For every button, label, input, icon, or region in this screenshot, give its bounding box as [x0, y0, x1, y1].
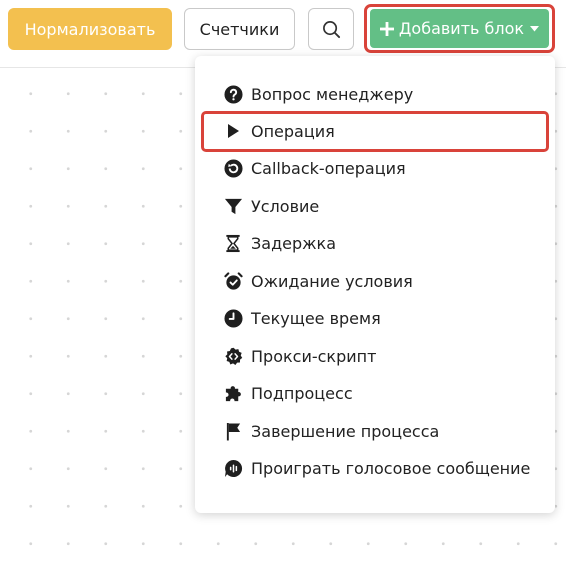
- menu-item-label: Подпроцесс: [251, 383, 353, 403]
- menu-item-label: Задержка: [251, 233, 337, 253]
- menu-item-wait-condition[interactable]: Ожидание условия: [195, 264, 555, 298]
- alarm-clock-icon: [222, 270, 244, 292]
- menu-item-play-voice-message[interactable]: Проиграть голосовое сообщение: [195, 451, 555, 485]
- menu-item-manager-question[interactable]: Вопрос менеджеру: [195, 77, 555, 111]
- menu-item-label: Проиграть голосовое сообщение: [251, 458, 531, 478]
- menu-item-delay[interactable]: Задержка: [195, 226, 555, 260]
- menu-item-label: Операция: [251, 121, 335, 141]
- menu-item-callback-operation[interactable]: Callback-операция: [195, 151, 555, 185]
- menu-item-operation[interactable]: Операция: [195, 114, 555, 148]
- flag-icon: [222, 420, 244, 442]
- voice-message-icon: [222, 457, 244, 479]
- menu-item-label: Условие: [251, 196, 320, 216]
- menu-item-label: Callback-операция: [251, 158, 406, 178]
- add-block-button[interactable]: Добавить блок: [370, 9, 549, 48]
- hourglass-icon: [222, 232, 244, 254]
- filter-icon: [222, 195, 244, 217]
- add-block-highlight: Добавить блок: [364, 4, 555, 53]
- clock-icon: [222, 307, 244, 329]
- menu-item-process-end[interactable]: Завершение процесса: [195, 414, 555, 448]
- caret-down-icon: [530, 25, 540, 32]
- menu-item-label: Вопрос менеджеру: [251, 84, 414, 104]
- menu-item-label: Текущее время: [251, 308, 381, 328]
- menu-item-proxy-script[interactable]: Прокси-скрипт: [195, 339, 555, 373]
- play-icon: [222, 120, 244, 142]
- question-circle-icon: [222, 83, 244, 105]
- normalize-button[interactable]: Нормализовать: [8, 8, 172, 50]
- menu-item-label: Ожидание условия: [251, 271, 413, 291]
- normalize-button-label: Нормализовать: [24, 19, 156, 39]
- add-block-button-label: Добавить блок: [398, 19, 525, 38]
- menu-item-subprocess[interactable]: Подпроцесс: [195, 376, 555, 410]
- counters-button[interactable]: Счетчики: [184, 8, 295, 50]
- menu-item-label: Прокси-скрипт: [251, 346, 377, 366]
- search-button[interactable]: [308, 8, 354, 50]
- callback-circle-icon: [222, 157, 244, 179]
- counters-button-label: Счетчики: [199, 19, 280, 39]
- menu-item-condition[interactable]: Условие: [195, 189, 555, 223]
- code-gear-icon: [222, 345, 244, 367]
- add-block-dropdown: Вопрос менеджеру Операция Callback-опера…: [195, 56, 555, 513]
- menu-item-label: Завершение процесса: [251, 421, 440, 441]
- search-icon: [322, 20, 341, 39]
- plus-icon: [379, 21, 394, 36]
- puzzle-icon: [222, 382, 244, 404]
- menu-item-current-time[interactable]: Текущее время: [195, 301, 555, 335]
